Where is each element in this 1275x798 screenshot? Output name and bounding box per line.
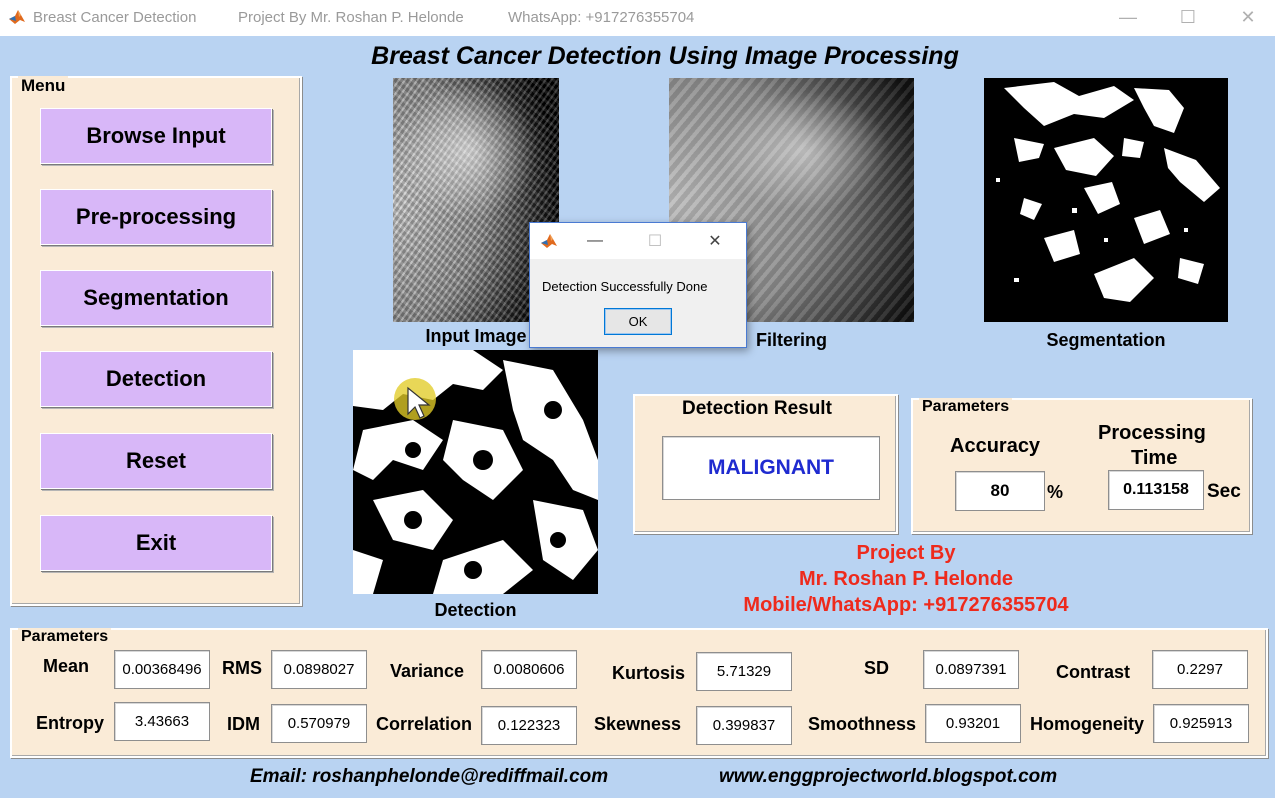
homogeneity-field: 0.925913	[1153, 704, 1249, 743]
accuracy-label: Accuracy	[950, 435, 1041, 457]
contrast-label: Contrast	[1056, 662, 1131, 682]
credit-contact: Mobile/WhatsApp: +917276355704	[743, 594, 1069, 616]
variance-label: Variance	[390, 661, 465, 681]
rms-field: 0.0898027	[271, 650, 367, 689]
credit-author: Mr. Roshan P. Helonde	[798, 568, 1014, 590]
close-button[interactable]: ✕	[1218, 0, 1275, 34]
dialog-titlebar: — ☐ ✕	[530, 223, 746, 259]
window-author-text: Project By Mr. Roshan P. Helonde	[238, 9, 464, 26]
window-whatsapp-text: WhatsApp: +917276355704	[508, 9, 695, 26]
smoothness-label: Smoothness	[808, 714, 917, 734]
smoothness-field: 0.93201	[925, 704, 1021, 743]
skewness-field: 0.399837	[696, 706, 792, 745]
rms-label: RMS	[222, 658, 262, 678]
mouse-pointer-icon	[407, 386, 431, 419]
accuracy-unit: %	[1047, 482, 1064, 502]
detection-result-value: MALIGNANT	[662, 436, 880, 500]
window-title: Breast Cancer Detection	[33, 9, 197, 26]
detection-button[interactable]: Detection	[40, 351, 272, 407]
menu-panel: Menu Browse Input Pre-processing Segment…	[10, 76, 302, 606]
detection-result-title: Detection Result	[679, 398, 835, 420]
idm-field: 0.570979	[271, 704, 367, 743]
processing-time-label-line1: Processing	[1098, 422, 1206, 444]
accuracy-parameters-title: Parameters	[919, 398, 1013, 416]
entropy-label: Entropy	[36, 713, 105, 733]
processing-time-label-line2: Time	[1131, 447, 1178, 469]
kurtosis-label: Kurtosis	[612, 663, 686, 683]
detection-image-caption: Detection	[434, 600, 517, 620]
processing-time-field: 0.113158	[1108, 470, 1204, 510]
footer-email: Email: roshanphelonde@rediffmail.com	[250, 766, 609, 787]
maximize-button[interactable]: ☐	[1158, 0, 1218, 34]
skewness-label: Skewness	[594, 714, 682, 734]
credit-project-by: Project By	[856, 542, 956, 564]
parameters-panel-title: Parameters	[18, 628, 112, 646]
correlation-field: 0.122323	[481, 706, 577, 745]
homogeneity-label: Homogeneity	[1030, 714, 1145, 734]
segmentation-image-caption: Segmentation	[1046, 330, 1166, 350]
contrast-field: 0.2297	[1152, 650, 1248, 689]
dialog-maximize-button[interactable]: ☐	[640, 229, 670, 253]
entropy-field: 3.43663	[114, 702, 210, 741]
exit-button[interactable]: Exit	[40, 515, 272, 571]
footer-website: www.enggprojectworld.blogspot.com	[719, 766, 1058, 787]
dialog-message: Detection Successfully Done	[542, 279, 708, 294]
sd-label: SD	[864, 658, 890, 678]
mean-field: 0.00368496	[114, 650, 210, 689]
detection-image	[353, 350, 598, 594]
accuracy-parameters-panel: Parameters Accuracy 80 % Processing Time…	[911, 398, 1252, 534]
correlation-label: Correlation	[376, 714, 473, 734]
variance-field: 0.0080606	[481, 650, 577, 689]
processing-time-unit: Sec	[1207, 481, 1241, 502]
dialog-close-button[interactable]: ✕	[700, 229, 730, 253]
accuracy-field: 80	[955, 471, 1045, 511]
mean-label: Mean	[43, 656, 90, 676]
message-dialog: — ☐ ✕ Detection Successfully Done OK	[529, 222, 747, 348]
preprocessing-button[interactable]: Pre-processing	[40, 189, 272, 245]
dialog-matlab-logo-icon	[541, 234, 557, 248]
menu-panel-title: Menu	[18, 76, 69, 96]
page-title: Breast Cancer Detection Using Image Proc…	[371, 42, 959, 70]
parameters-panel: Parameters Mean 0.00368496 RMS 0.0898027…	[10, 628, 1268, 758]
browse-input-button[interactable]: Browse Input	[40, 108, 272, 164]
reset-button[interactable]: Reset	[40, 433, 272, 489]
segmentation-image	[984, 78, 1228, 322]
dialog-minimize-button[interactable]: —	[580, 229, 610, 253]
minimize-button[interactable]: —	[1098, 0, 1158, 34]
kurtosis-field: 5.71329	[696, 652, 792, 691]
window-titlebar: Breast Cancer Detection Project By Mr. R…	[0, 0, 1275, 36]
detection-result-panel: Detection Result MALIGNANT	[633, 394, 898, 534]
matlab-logo-icon	[8, 8, 26, 26]
idm-label: IDM	[227, 714, 260, 734]
dialog-ok-button[interactable]: OK	[604, 308, 672, 335]
sd-field: 0.0897391	[923, 650, 1019, 689]
segmentation-button[interactable]: Segmentation	[40, 270, 272, 326]
